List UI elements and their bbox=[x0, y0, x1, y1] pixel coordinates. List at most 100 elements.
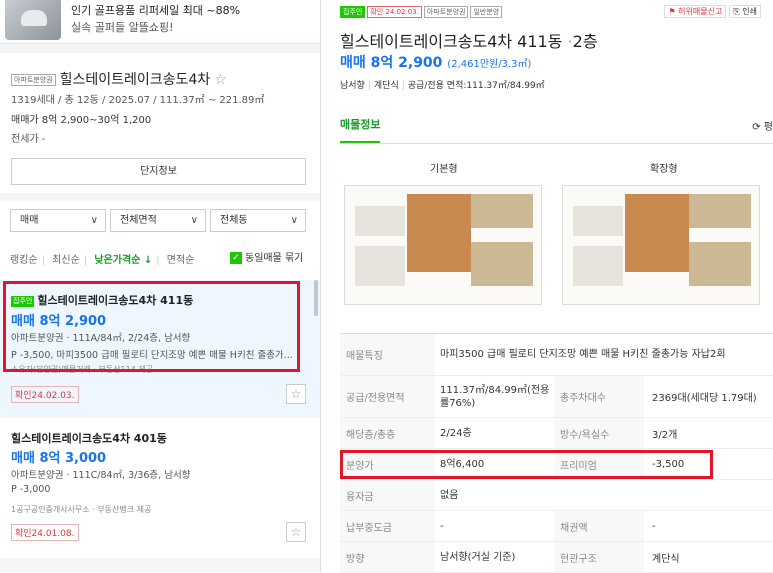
room bbox=[689, 242, 751, 286]
group-duplicates-toggle[interactable]: ✓ 동일매물 묶기 bbox=[230, 249, 303, 264]
room bbox=[471, 194, 533, 228]
row-label: 융자금 bbox=[346, 491, 374, 503]
deal-type-value: 매매 bbox=[20, 215, 39, 226]
table-row: 공급/전용면적 111.37㎡/84.99㎡(전용률76%) 총주차대수 236… bbox=[340, 376, 773, 418]
listing-title: 힐스테이트레이크송도4차 401동 bbox=[11, 432, 167, 445]
report-button[interactable]: ⚑ 허위매물신고 bbox=[664, 5, 727, 18]
ad-thumbnail bbox=[5, 0, 61, 40]
sort-ranking[interactable]: 랭킹순 bbox=[10, 255, 38, 266]
sort-options: 랭킹순 | 최신순 | 낮은가격순 ↓ | 면적순 bbox=[10, 255, 195, 266]
highlight-box bbox=[340, 450, 713, 479]
table-row: 매물특징 마피3500 급매 필로티 단지조망 예쁜 매물 H키친 줄총가능 자… bbox=[340, 334, 773, 376]
row-label: 납부중도금 bbox=[346, 522, 392, 534]
row-value: 계단식 bbox=[652, 553, 680, 565]
listing-spec: 아파트분양권 · 111C/84㎡, 3/36층, 남서향 bbox=[11, 470, 191, 481]
ad-headline: 인기 골프용품 리퍼세일 최대 ~88% bbox=[71, 4, 241, 17]
detail-entrance: 계단식 bbox=[373, 81, 399, 91]
sale-price-range: 매매가 8억 2,900~30억 1,200 bbox=[11, 115, 152, 126]
room bbox=[573, 206, 623, 236]
ad-banner[interactable]: 인기 골프용품 리퍼세일 최대 ~88% 실속 골퍼들 알뜰쇼핑! bbox=[0, 0, 320, 44]
detail-area: 공급/전용 면적:111.37㎡/84.99㎡ bbox=[407, 81, 545, 91]
listing-description: P -3,000 bbox=[11, 484, 51, 495]
detail-price-per-unit: (2,461만원/3.3㎡) bbox=[447, 59, 532, 70]
chevron-down-icon: ∨ bbox=[190, 215, 198, 226]
row-value: 2369대(세대당 1.79대) bbox=[652, 393, 757, 404]
row-label: 현관구조 bbox=[560, 553, 597, 565]
table-row: 방향 남서향(거실 기준) 현관구조 계단식 bbox=[340, 542, 773, 573]
confirm-date-badge: 확인24.02.03. bbox=[11, 386, 79, 403]
type-badge: 아파트분양권 bbox=[11, 74, 56, 86]
building-value: 전체동 bbox=[220, 215, 248, 226]
row-label: 매물특징 bbox=[346, 351, 383, 362]
sort-latest[interactable]: 최신순 bbox=[52, 255, 80, 266]
row-label: 공급/전용면적 bbox=[346, 393, 405, 404]
unit-toggle[interactable]: ⟳ 평 bbox=[752, 118, 773, 133]
room bbox=[573, 246, 623, 286]
detail-price: 매매 8억 2,900 (2,461만원/3.3㎡) bbox=[340, 52, 531, 72]
checkbox-checked-icon[interactable]: ✓ bbox=[230, 252, 242, 264]
listing-detail: 집주인 확인 24.02.03. 아파트분양권 일반분양 ⚑ 허위매물신고 ⎘ 인쇄 힐… bbox=[322, 0, 773, 573]
listing-agent: 1공구공인중개사사무소 · 부동산뱅크 제공 bbox=[11, 505, 152, 514]
detail-tabs: 매물정보 ⟳ 평 bbox=[340, 106, 773, 144]
tab-listing-info[interactable]: 매물정보 bbox=[340, 116, 381, 143]
row-value: 111.37㎡/84.99㎡(전용률76%) bbox=[440, 384, 550, 409]
detail-summary: 남서향 | 계단식 | 공급/전용 면적:111.37㎡/84.99㎡ bbox=[340, 81, 545, 91]
table-row: 융자금 없음 bbox=[340, 480, 773, 511]
owner-badge: 집주인 bbox=[340, 6, 366, 18]
row-value: 3/2개 bbox=[652, 429, 678, 441]
row-label: 방수/욕실수 bbox=[560, 429, 610, 441]
chevron-down-icon: ∨ bbox=[290, 215, 298, 226]
area-value: 전체면적 bbox=[120, 215, 157, 226]
complex-name[interactable]: 힐스테이트레이크송도4차 bbox=[60, 72, 211, 88]
row-value: 없음 bbox=[440, 489, 459, 501]
filter-bar: 매매 ∨ 전체면적 ∨ 전체동 ∨ 랭킹순 | 최신순 | 낮은가격순 ↓ | 면적순 ✓ 동… bbox=[0, 201, 320, 281]
living-room bbox=[625, 194, 689, 272]
confirm-badge: 확인 24.02.03. bbox=[367, 6, 422, 18]
table-row: 해당층/총층 2/24층 방수/욕실수 3/2개 bbox=[340, 418, 773, 449]
row-label: 채권액 bbox=[560, 522, 588, 534]
chevron-down-icon: ∨ bbox=[90, 215, 98, 226]
confirm-date-badge: 확인24.01.08. bbox=[11, 524, 79, 541]
favorite-star-icon[interactable]: ☆ bbox=[286, 522, 306, 542]
listing-item[interactable]: 힐스테이트레이크송도4차 401동 매매 8억 3,000 아파트분양권 · 1… bbox=[0, 418, 320, 558]
detail-actions: ⚑ 허위매물신고 ⎘ 인쇄 bbox=[664, 5, 761, 18]
row-label: 방향 bbox=[346, 553, 365, 565]
listing-price: 매매 8억 3,000 bbox=[11, 451, 107, 466]
favorite-star-icon[interactable]: ☆ bbox=[214, 72, 227, 88]
complex-specs: 1319세대 / 총 12동 / 2025.07 / 111.37㎡ ~ 221… bbox=[11, 95, 265, 106]
ad-subline: 실속 골퍼들 알뜰쇼핑! bbox=[71, 21, 174, 34]
row-label: 총주차대수 bbox=[560, 393, 606, 404]
favorite-star-icon[interactable]: ☆ bbox=[286, 384, 306, 404]
detail-price-value: 매매 8억 2,900 bbox=[340, 55, 443, 71]
row-value: - bbox=[652, 520, 656, 532]
sort-low-price[interactable]: 낮은가격순 ↓ bbox=[94, 255, 152, 266]
group-duplicates-label: 동일매물 묶기 bbox=[245, 253, 304, 264]
sort-area[interactable]: 면적순 bbox=[167, 255, 195, 266]
detail-title: 힐스테이트레이크송도4차 411동 ·2층 bbox=[340, 32, 598, 51]
plan-label-extended: 확장형 bbox=[650, 164, 678, 175]
row-value: 2/24층 bbox=[440, 427, 472, 439]
area-select[interactable]: 전체면적 ∨ bbox=[110, 209, 206, 232]
table-row: 납부중도금 - 채권액 - bbox=[340, 511, 773, 542]
plan-label-basic: 기본형 bbox=[430, 164, 458, 175]
complex-info-button[interactable]: 단지정보 bbox=[11, 158, 306, 185]
row-value: 남서향(거실 기준) bbox=[440, 551, 516, 563]
detail-title-text: 힐스테이트레이크송도4차 411동 bbox=[340, 32, 563, 51]
highlight-box bbox=[3, 281, 300, 372]
living-room bbox=[407, 194, 471, 272]
detail-badges: 집주인 확인 24.02.03. 아파트분양권 일반분양 bbox=[340, 6, 503, 18]
deal-type-select[interactable]: 매매 ∨ bbox=[10, 209, 106, 232]
detail-direction: 남서향 bbox=[340, 81, 365, 91]
type-badge: 아파트분양권 bbox=[423, 6, 469, 18]
building-select[interactable]: 전체동 ∨ bbox=[210, 209, 306, 232]
sale-type-badge: 일반분양 bbox=[470, 6, 503, 18]
room bbox=[689, 194, 751, 228]
room bbox=[355, 246, 405, 286]
complex-title-row: 아파트분양권 힐스테이트레이크송도4차 ☆ bbox=[11, 69, 227, 89]
floor-plan-basic[interactable] bbox=[344, 185, 542, 305]
row-label: 해당층/총층 bbox=[346, 429, 396, 441]
print-button[interactable]: ⎘ 인쇄 bbox=[729, 5, 761, 18]
floor-plan-extended[interactable] bbox=[562, 185, 760, 305]
complex-summary: 아파트분양권 힐스테이트레이크송도4차 ☆ 1319세대 / 총 12동 / 202… bbox=[0, 53, 320, 193]
scrollbar-thumb[interactable] bbox=[314, 280, 318, 316]
